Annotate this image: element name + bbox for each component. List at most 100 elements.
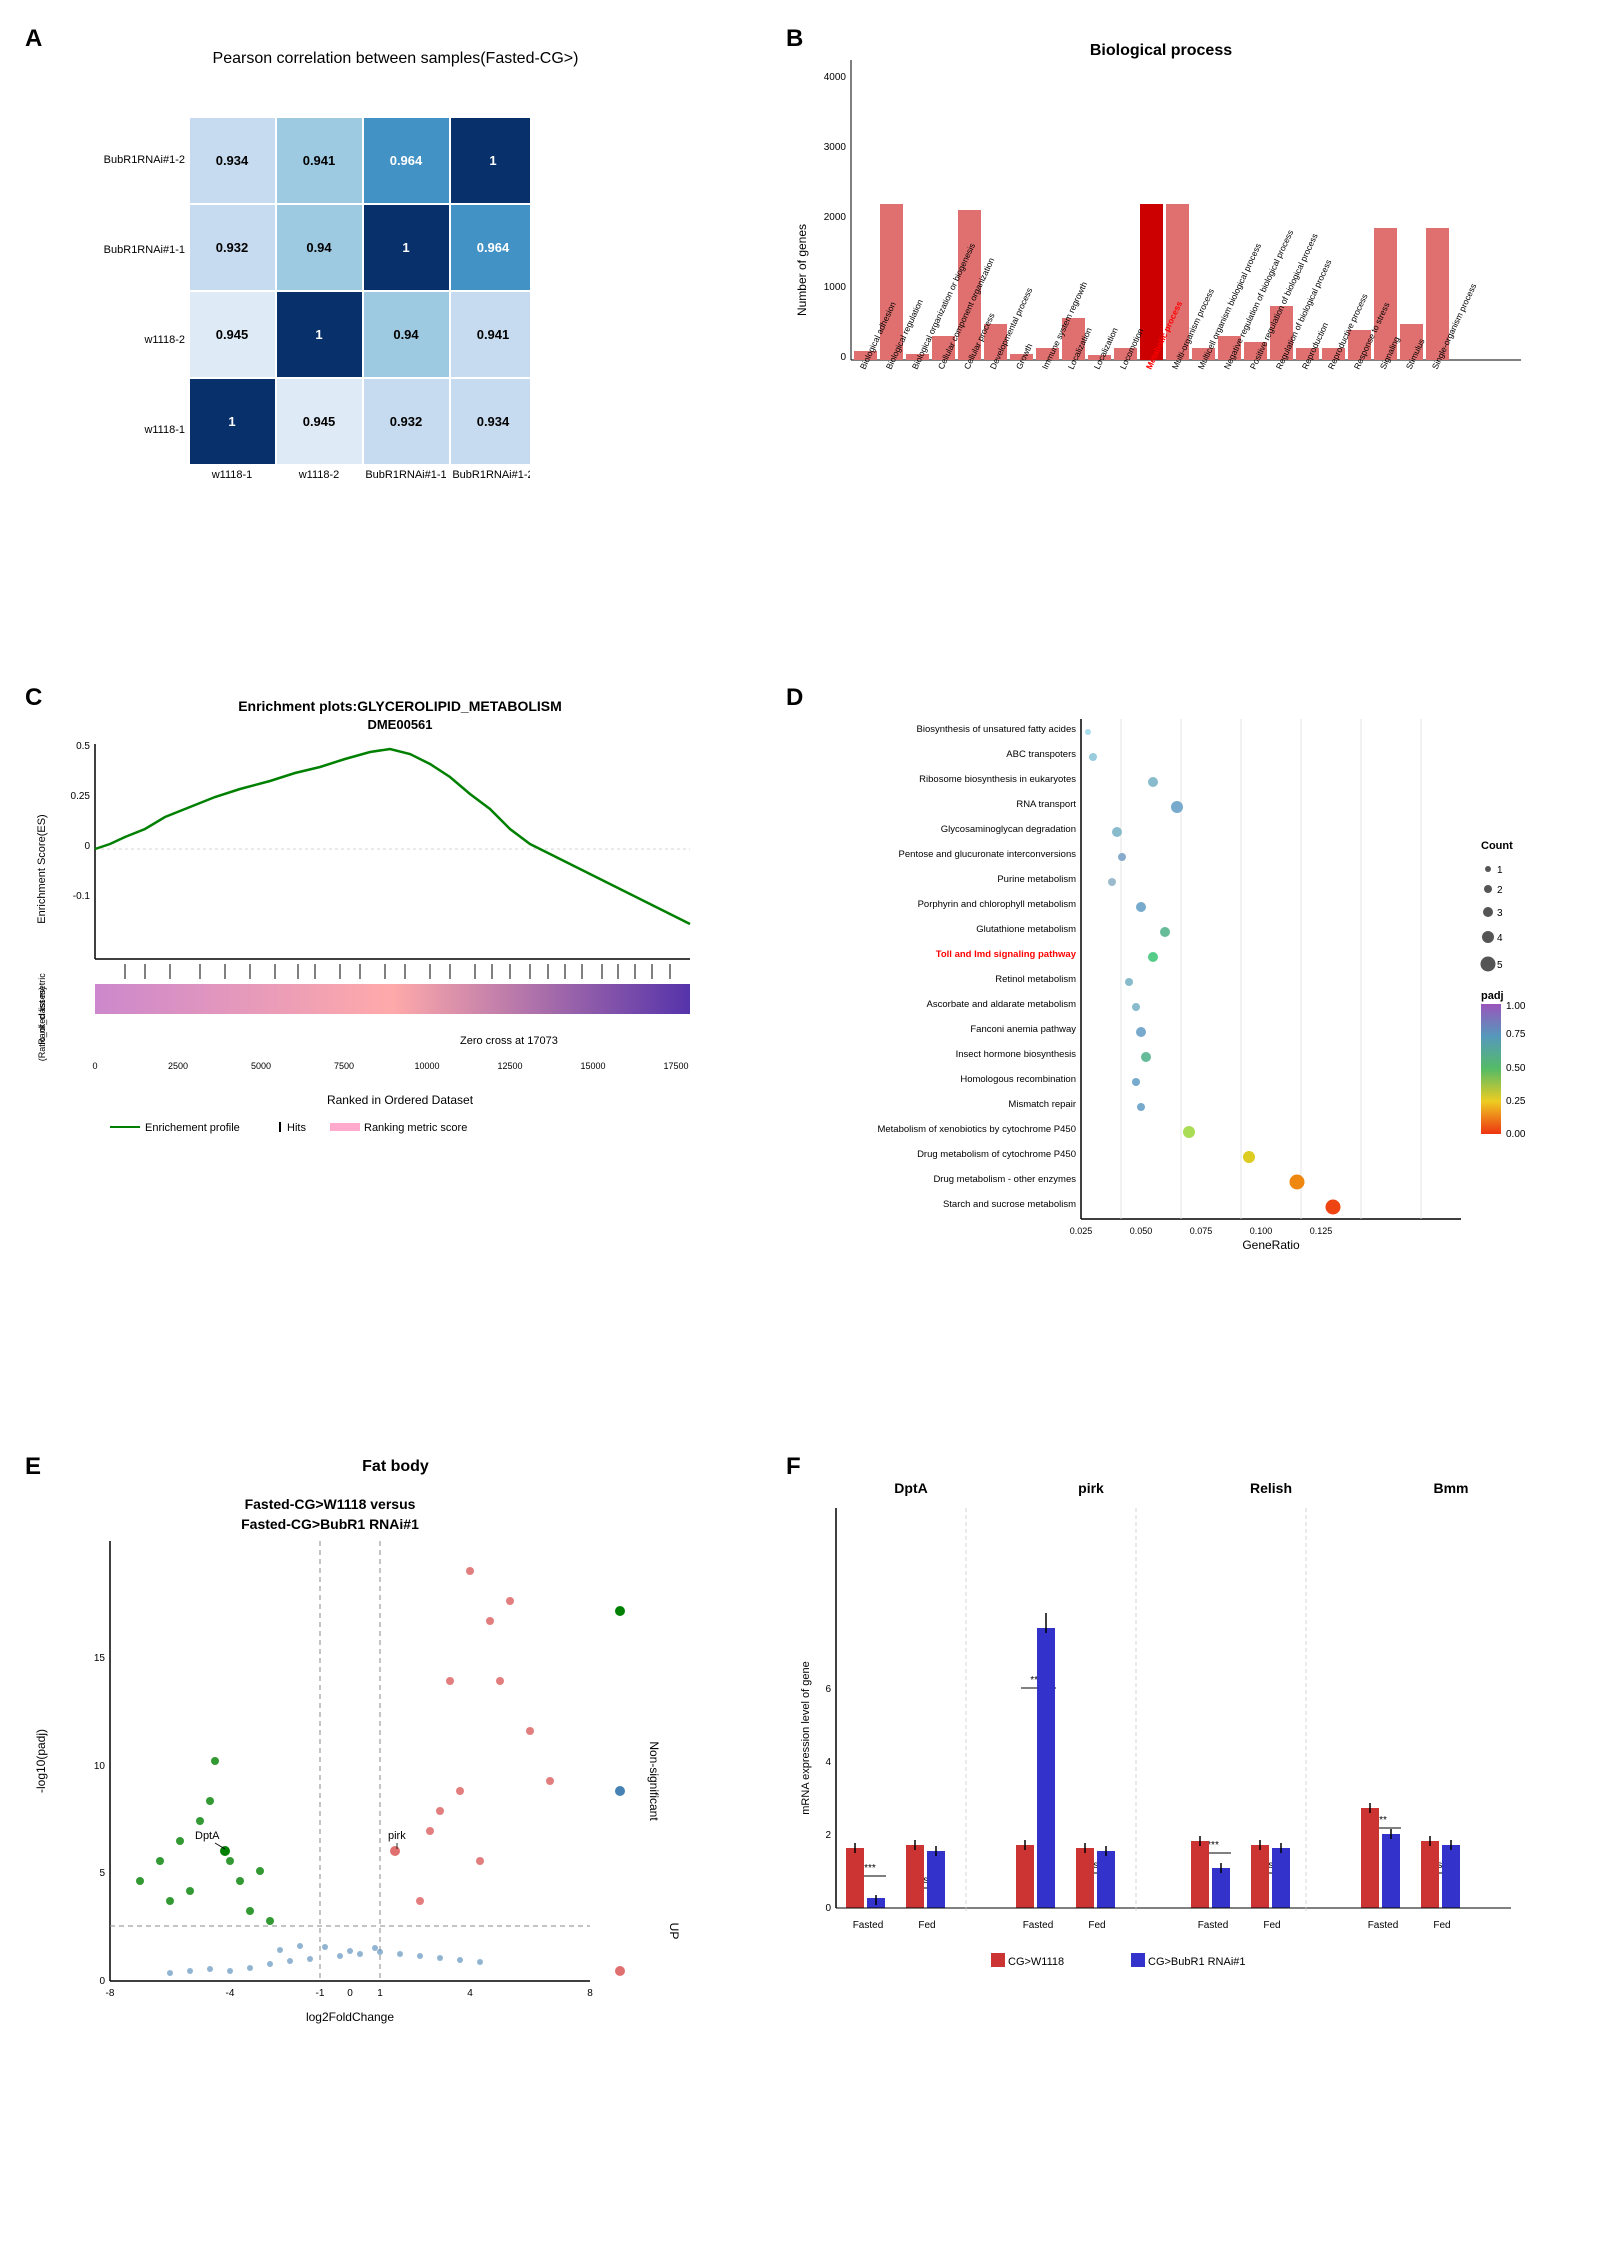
- f-relish-fed: Fed: [1263, 1920, 1280, 1931]
- dp-padj-val-025: 0.25: [1506, 1096, 1526, 1107]
- vp-dot-ns-19: [372, 1945, 378, 1951]
- enrichment-curve: [95, 749, 690, 924]
- dot-8: [1160, 927, 1170, 937]
- panel-f: F mRNA expression level of gene 0 2 4 6 …: [781, 1448, 1581, 2230]
- dp-xtick-0: 0.025: [1070, 1226, 1093, 1236]
- heatmap-xlabel-0: w1118-1: [211, 469, 253, 481]
- panel-a-label: A: [25, 25, 42, 53]
- dp-pathway-0: Biosynthesis of unsatured fatty acides: [917, 724, 1077, 735]
- vp-dot-up-12: [496, 1677, 504, 1685]
- vp-dot-up-11: [416, 1897, 424, 1905]
- legend-rank-text: Ranking metric score: [364, 1122, 467, 1134]
- vp-dot-down-1: [176, 1837, 184, 1845]
- vp-ylabel: -log10(padj): [34, 1729, 48, 1793]
- f-ytick-0: 0: [825, 1903, 831, 1914]
- heatmap-val-1-3: 0.964: [477, 240, 510, 255]
- dot-2: [1148, 777, 1158, 787]
- dot-19: [1326, 1200, 1341, 1215]
- vp-dot-ns-8: [377, 1949, 383, 1955]
- legend-red-rect: [991, 1953, 1005, 1967]
- panel-b-title: Biological process: [1090, 42, 1232, 59]
- dp-padj-val-075: 0.75: [1506, 1029, 1526, 1040]
- dot-0: [1085, 729, 1091, 735]
- panel-d: D Biosynthesis of unsatured fatty acides…: [781, 679, 1581, 1438]
- bar-bmm-fasted-blue: [1382, 1834, 1400, 1908]
- ytick-3000: 3000: [824, 142, 847, 153]
- dp-padj-legend-title: padj: [1481, 990, 1504, 1002]
- heatmap-val-2-0: 0.945: [216, 327, 249, 342]
- vp-dot-ns-9: [397, 1951, 403, 1957]
- heatmap-val-0-0: 0.934: [216, 153, 249, 168]
- vp-dot-ns-14: [437, 1955, 443, 1961]
- dp-count-dot-5: [1481, 957, 1496, 972]
- heatmap-xlabel-2: BubR1RNAi#1-1: [365, 469, 446, 481]
- heatmap-val-0-1: 0.941: [303, 153, 336, 168]
- xtick-5000: 5000: [251, 1061, 271, 1071]
- vp-dot-ns-6: [337, 1953, 343, 1959]
- vp-dot-ns-5: [307, 1956, 313, 1962]
- f-sig-bmm-fasted-label: **: [1379, 1815, 1387, 1826]
- dot-toll: [1148, 952, 1158, 962]
- f-dpta-title: DptA: [894, 1480, 927, 1496]
- heatmap-val-1-2: 1: [402, 240, 409, 255]
- heatmap-val-2-1: 1: [315, 327, 322, 342]
- dp-xtick-3: 0.100: [1250, 1226, 1273, 1236]
- vp-dot-down-12: [211, 1757, 219, 1765]
- ytick-2000: 2000: [824, 212, 847, 223]
- bar-pirk-fasted-red: [1016, 1845, 1034, 1908]
- f-bmm-fed: Fed: [1433, 1920, 1450, 1931]
- xtick-7500: 7500: [334, 1061, 354, 1071]
- legend-blue-rect: [1131, 1953, 1145, 1967]
- dotplot-svg: Biosynthesis of unsatured fatty acides A…: [791, 689, 1571, 1269]
- vp-dpta-line: [215, 1843, 225, 1849]
- ytick-m01: -0.1: [73, 891, 91, 902]
- f-relish-fasted: Fasted: [1198, 1920, 1229, 1931]
- vp-dot-up-8: [476, 1857, 484, 1865]
- vp-dot-ns-4: [287, 1958, 293, 1964]
- dot-17: [1243, 1151, 1255, 1163]
- dp-pathway-15: Mismatch repair: [1008, 1099, 1076, 1110]
- xtick-10000: 10000: [414, 1061, 439, 1071]
- rank-bar: [95, 984, 690, 1014]
- f-bmm-fasted: Fasted: [1368, 1920, 1399, 1931]
- bar-dpta-fed-red: [906, 1845, 924, 1908]
- dot-14: [1132, 1078, 1140, 1086]
- vp-dot-down-3: [156, 1857, 164, 1865]
- bar-relish-fed-blue: [1272, 1848, 1290, 1908]
- dp-pathway-8: Glutathione metabolism: [976, 924, 1076, 935]
- legend-red-label: CG>W1118: [1008, 1956, 1064, 1968]
- vp-xtick-0: 0: [347, 1988, 353, 1999]
- ytick-1000: 1000: [824, 282, 847, 293]
- xlabel-17: Reproduction: [1300, 321, 1331, 371]
- vp-dot-up-7: [456, 1787, 464, 1795]
- rank-ylabel2: (Ratio_of_classes): [37, 987, 47, 1062]
- dp-pathway-17: Drug metabolism of cytochrome P450: [917, 1149, 1076, 1160]
- vp-dot-ns-18: [322, 1944, 328, 1950]
- barchart-svg: Biological process Number of genes 0 100…: [791, 30, 1541, 500]
- dp-xlabel: GeneRatio: [1242, 1238, 1300, 1252]
- dp-pathway-toll: Toll and Imd signaling pathway: [936, 949, 1077, 960]
- f-ylabel: mRNA expression level of gene: [800, 1661, 812, 1814]
- vp-pirk-label: pirk: [388, 1830, 406, 1842]
- f-pirk-fasted: Fasted: [1023, 1920, 1054, 1931]
- dp-padj-bar: [1481, 1004, 1501, 1134]
- dp-count-legend-title: Count: [1481, 840, 1513, 852]
- bar-dpta-fasted-red: [846, 1848, 864, 1908]
- vp-legend-down: [615, 1606, 625, 1616]
- vp-pirk-dot: [390, 1846, 400, 1856]
- dp-pathway-12: Fanconi anemia pathway: [970, 1024, 1076, 1035]
- dp-pathway-5: Pentose and glucuronate interconversions: [899, 849, 1077, 860]
- ytick-0: 0: [84, 841, 90, 852]
- dp-padj-val-05: 0.50: [1506, 1063, 1526, 1074]
- vp-dot-up-4: [446, 1677, 454, 1685]
- vp-dot-ns-10: [417, 1953, 423, 1959]
- vp-xtick-8: 8: [587, 1988, 593, 1999]
- f-dpta-fasted: Fasted: [853, 1920, 884, 1931]
- main-container: A Pearson correlation between samples(Fa…: [0, 0, 1601, 2250]
- f-pirk-fed: Fed: [1088, 1920, 1105, 1931]
- bar-bmm-fed-blue: [1442, 1845, 1460, 1908]
- xtick-0: 0: [92, 1061, 97, 1071]
- bar-pirk-fed-blue: [1097, 1851, 1115, 1908]
- dp-count-label-4: 4: [1497, 933, 1503, 944]
- dp-count-label-2: 2: [1497, 885, 1503, 896]
